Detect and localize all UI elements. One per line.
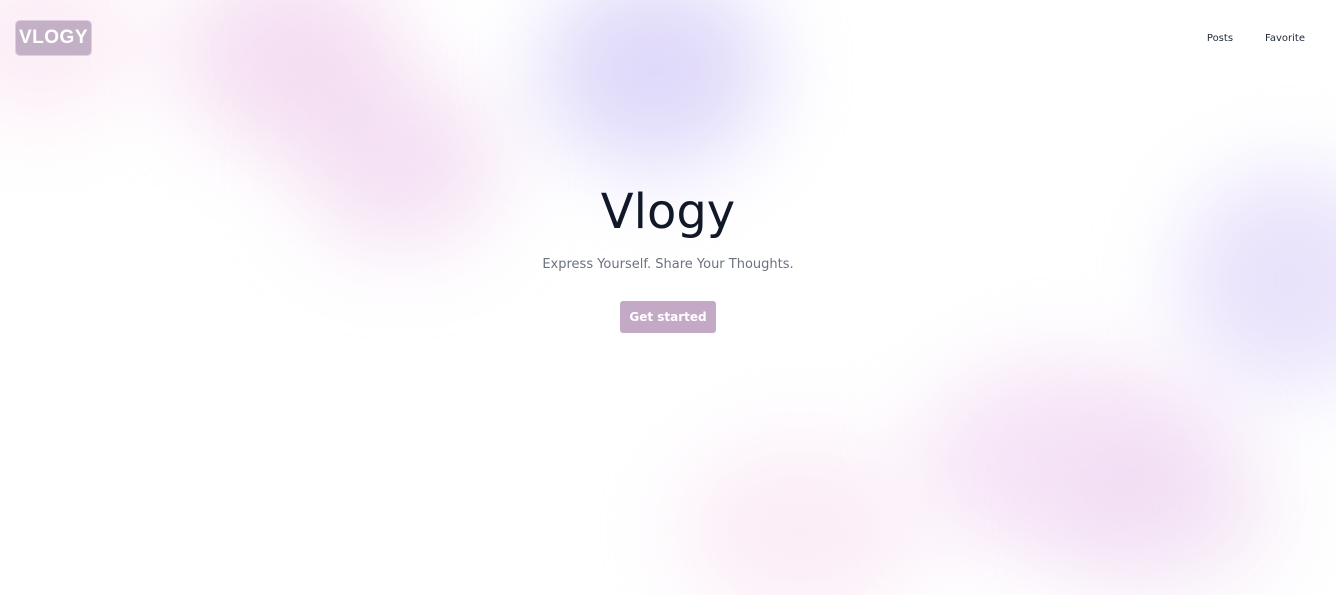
hero-title: Vlogy: [600, 184, 736, 240]
background-blob: [540, 0, 770, 170]
hero-section: Vlogy Express Yourself. Share Your Thoug…: [0, 182, 1336, 333]
logo[interactable]: VLOGY: [16, 21, 91, 55]
background-blob: [1060, 430, 1280, 590]
nav-link-posts[interactable]: Posts: [1207, 33, 1233, 44]
background-blob: [920, 360, 1220, 560]
hero-subtitle: Express Yourself. Share Your Thoughts.: [542, 257, 794, 272]
background-blob: [680, 440, 920, 595]
logo-text: VLOGY: [18, 27, 88, 48]
get-started-button[interactable]: Get started: [620, 301, 716, 333]
background-blob: [180, 0, 400, 150]
landing-page: VLOGY Posts Favorite Vlogy Express Yours…: [0, 0, 1336, 595]
background-blob: [0, 0, 140, 120]
main-nav: Posts Favorite: [1207, 33, 1305, 44]
nav-link-favorite[interactable]: Favorite: [1265, 33, 1305, 44]
